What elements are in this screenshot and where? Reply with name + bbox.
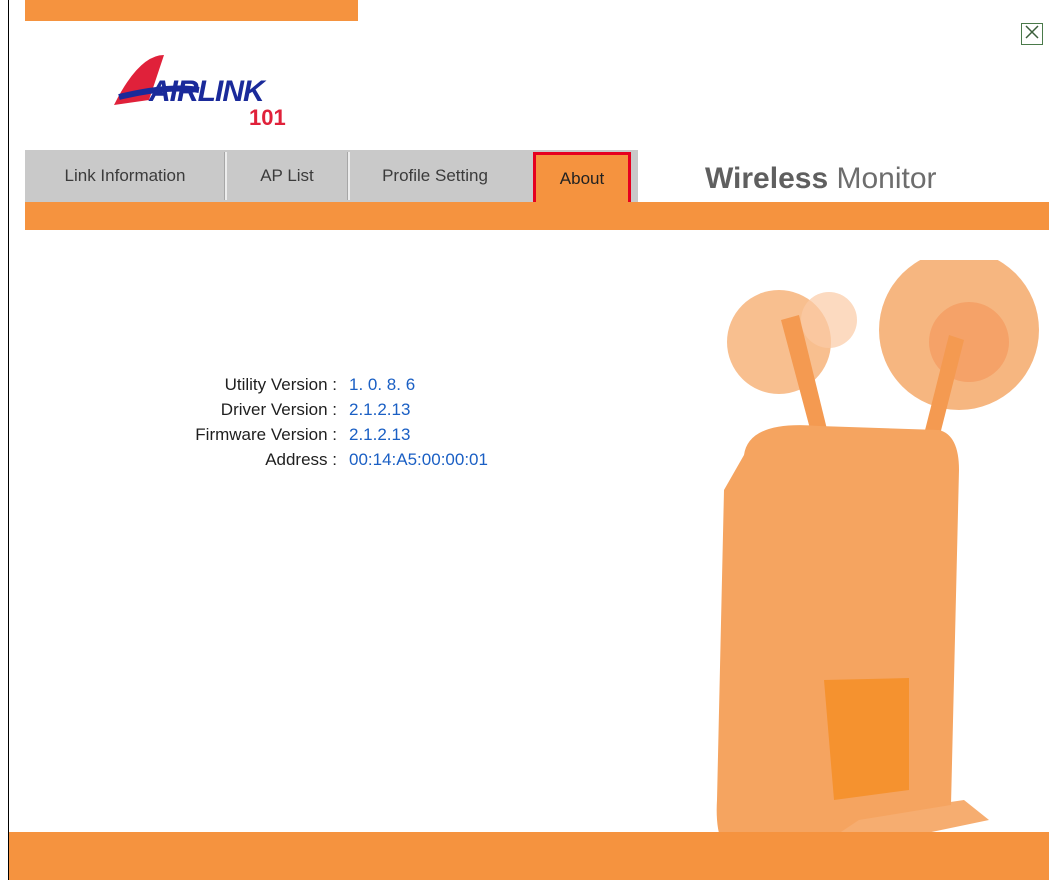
tab-about[interactable]: About — [533, 152, 631, 206]
bottom-bar — [9, 832, 1049, 880]
wireless-monitor-window: AIRLINK 101 Link Information AP List Pro… — [8, 0, 1049, 880]
info-value: 2.1.2.13 — [349, 399, 411, 419]
top-accent-bar — [25, 0, 358, 21]
info-label: Firmware Version : — [195, 424, 337, 444]
info-label: Address : — [265, 449, 337, 469]
info-value: 2.1.2.13 — [349, 424, 411, 444]
brand-regular: Monitor — [836, 162, 937, 195]
tab-label: About — [559, 169, 605, 188]
tab-label: Link Information — [64, 166, 186, 185]
tab-label: AP List — [260, 166, 314, 185]
close-button[interactable] — [1021, 23, 1043, 45]
airlink-logo: AIRLINK 101 — [109, 35, 329, 135]
router-illustration — [709, 260, 1039, 880]
tab-profile-setting[interactable]: Profile Setting — [350, 150, 520, 202]
info-label: Utility Version : — [224, 374, 337, 394]
info-value: 00:14:A5:00:00:01 — [349, 449, 488, 469]
info-row: Address : 00:14:A5:00:00:01 — [129, 447, 629, 472]
tab-ap-list[interactable]: AP List — [227, 150, 347, 202]
tab-label: Profile Setting — [382, 166, 488, 185]
info-row: Firmware Version : 2.1.2.13 — [129, 422, 629, 447]
about-info: Utility Version : 1. 0. 8. 6 Driver Vers… — [129, 372, 629, 472]
tab-bar: Link Information AP List Profile Setting… — [25, 150, 1049, 230]
close-icon — [1024, 24, 1040, 45]
brand-bold: Wireless — [705, 162, 829, 195]
app-brand: Wireless Monitor — [705, 162, 937, 196]
logo-subtext: 101 — [249, 105, 286, 130]
tab-link-information[interactable]: Link Information — [25, 150, 225, 202]
tab-underline-band — [25, 202, 1049, 230]
info-value: 1. 0. 8. 6 — [349, 374, 416, 394]
logo-text: AIRLINK — [149, 75, 265, 108]
info-row: Driver Version : 2.1.2.13 — [129, 397, 629, 422]
info-row: Utility Version : 1. 0. 8. 6 — [129, 372, 629, 397]
info-label: Driver Version : — [220, 399, 337, 419]
